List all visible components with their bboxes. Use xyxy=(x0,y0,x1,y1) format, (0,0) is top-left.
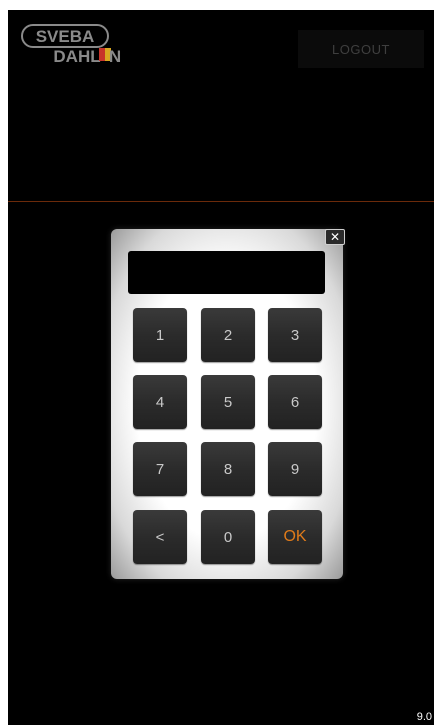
ok-button[interactable]: OK xyxy=(268,510,322,564)
key-8[interactable]: 8 xyxy=(201,442,255,496)
svg-text:DAHL: DAHL xyxy=(53,47,100,66)
version-label: 9.0 xyxy=(416,711,432,723)
logout-button[interactable]: LOGOUT xyxy=(298,30,424,68)
key-1[interactable]: 1 xyxy=(133,308,187,362)
key-5[interactable]: 5 xyxy=(201,375,255,429)
sveba-dahlen-logo: SVEBA DAHL N xyxy=(21,24,121,74)
key-0[interactable]: 0 xyxy=(201,510,255,564)
app-screen: SVEBA DAHL N LOGOUT ✕ 1 2 3 4 5 6 7 8 9 … xyxy=(8,10,434,725)
key-9[interactable]: 9 xyxy=(268,442,322,496)
close-icon[interactable]: ✕ xyxy=(325,229,345,245)
keypad-dialog: ✕ 1 2 3 4 5 6 7 8 9 < 0 OK xyxy=(111,229,345,579)
key-7[interactable]: 7 xyxy=(133,442,187,496)
key-backspace[interactable]: < xyxy=(133,510,187,564)
header-divider xyxy=(8,201,434,202)
key-6[interactable]: 6 xyxy=(268,375,322,429)
svg-text:SVEBA: SVEBA xyxy=(36,27,95,46)
pin-display-field[interactable] xyxy=(128,251,325,294)
key-2[interactable]: 2 xyxy=(201,308,255,362)
svg-text:N: N xyxy=(109,47,121,66)
key-4[interactable]: 4 xyxy=(133,375,187,429)
key-3[interactable]: 3 xyxy=(268,308,322,362)
